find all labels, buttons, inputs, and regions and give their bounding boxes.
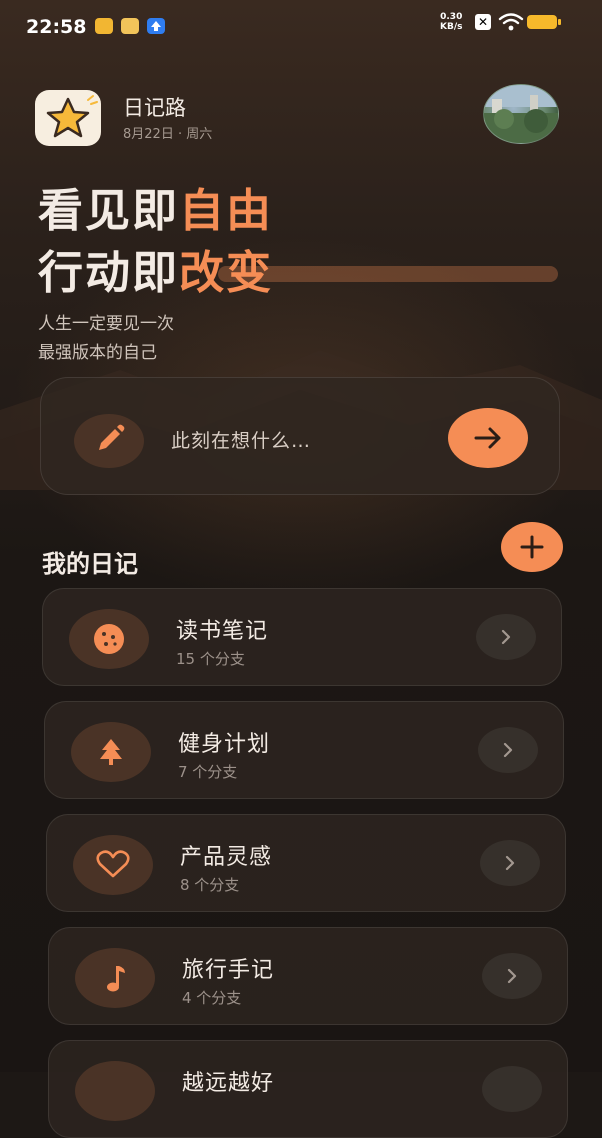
- diary-branch-count: 7 个分支: [178, 763, 238, 781]
- battery-icon: [527, 15, 557, 29]
- hero-line-2-prefix: 行动即: [38, 246, 180, 299]
- pencil-icon: [99, 424, 125, 450]
- diary-title: 读书笔记: [176, 619, 269, 644]
- diary-title: 旅行手记: [182, 958, 275, 983]
- add-diary-button[interactable]: [501, 522, 563, 572]
- tree-icon: [71, 722, 151, 782]
- battery-cap: [558, 19, 561, 25]
- upload-icon: [147, 18, 165, 34]
- diary-card[interactable]: 健身计划 7 个分支: [44, 701, 564, 799]
- diary-card[interactable]: 越远越好: [48, 1040, 568, 1138]
- diary-card[interactable]: 读书笔记 15 个分支: [42, 588, 562, 686]
- notification-icon: [95, 18, 113, 34]
- notification-icon: [121, 18, 139, 34]
- chevron-right-icon[interactable]: [482, 1066, 542, 1112]
- diary-title: 健身计划: [178, 732, 271, 757]
- diary-card[interactable]: 旅行手记 4 个分支: [48, 927, 568, 1025]
- diary-branch-count: 8 个分支: [180, 876, 240, 894]
- hero-line-1: 看见即自由: [38, 174, 273, 239]
- chevron-right-icon[interactable]: [476, 614, 536, 660]
- net-speed: 0.30 KB/s: [440, 12, 462, 32]
- close-box-icon: ✕: [475, 14, 491, 30]
- wifi-icon: [498, 13, 524, 31]
- chevron-right-icon[interactable]: [480, 840, 540, 886]
- avatar[interactable]: [483, 84, 559, 144]
- plus-icon: [520, 535, 544, 559]
- pencil-icon-circle: [74, 414, 144, 468]
- chevron-right-icon[interactable]: [482, 953, 542, 999]
- star-icon: [46, 95, 98, 138]
- hero-line-2-accent: 改变: [179, 246, 274, 299]
- chevron-right-icon[interactable]: [478, 727, 538, 773]
- diary-title: 产品灵感: [180, 845, 273, 870]
- thought-input-placeholder[interactable]: 此刻在想什么…: [171, 426, 311, 453]
- arrow-right-icon: [474, 427, 501, 449]
- hero-subtitle-line-2: 最强版本的自己: [38, 343, 157, 363]
- hero-line-2: 行动即改变: [38, 236, 273, 301]
- app-logo: [35, 90, 101, 146]
- heart-icon: [73, 835, 153, 895]
- hero-subtitle-line-1: 人生一定要见一次: [38, 314, 174, 334]
- music-note-icon: [75, 948, 155, 1008]
- diary-branch-count: 15 个分支: [176, 650, 245, 668]
- thought-input-card[interactable]: 此刻在想什么…: [40, 377, 560, 495]
- diary-card[interactable]: 产品灵感 8 个分支: [46, 814, 566, 912]
- unknown-icon: [75, 1061, 155, 1121]
- net-speed-unit: KB/s: [440, 22, 463, 32]
- net-speed-value: 0.30: [440, 12, 463, 22]
- diary-title: 越远越好: [182, 1071, 275, 1096]
- cookie-icon: [69, 609, 149, 669]
- status-time: 22:58: [26, 16, 87, 38]
- current-date: 8月22日 · 周六: [123, 127, 213, 142]
- app-name: 日记路: [123, 96, 186, 120]
- submit-button[interactable]: [448, 408, 528, 468]
- diary-branch-count: 4 个分支: [182, 989, 242, 1007]
- status-bar: 22:58 0.30 KB/s ✕: [0, 0, 602, 56]
- hero-line-1-accent: 自由: [179, 184, 274, 237]
- section-title: 我的日记: [42, 550, 138, 578]
- hero-line-1-prefix: 看见即: [38, 184, 180, 237]
